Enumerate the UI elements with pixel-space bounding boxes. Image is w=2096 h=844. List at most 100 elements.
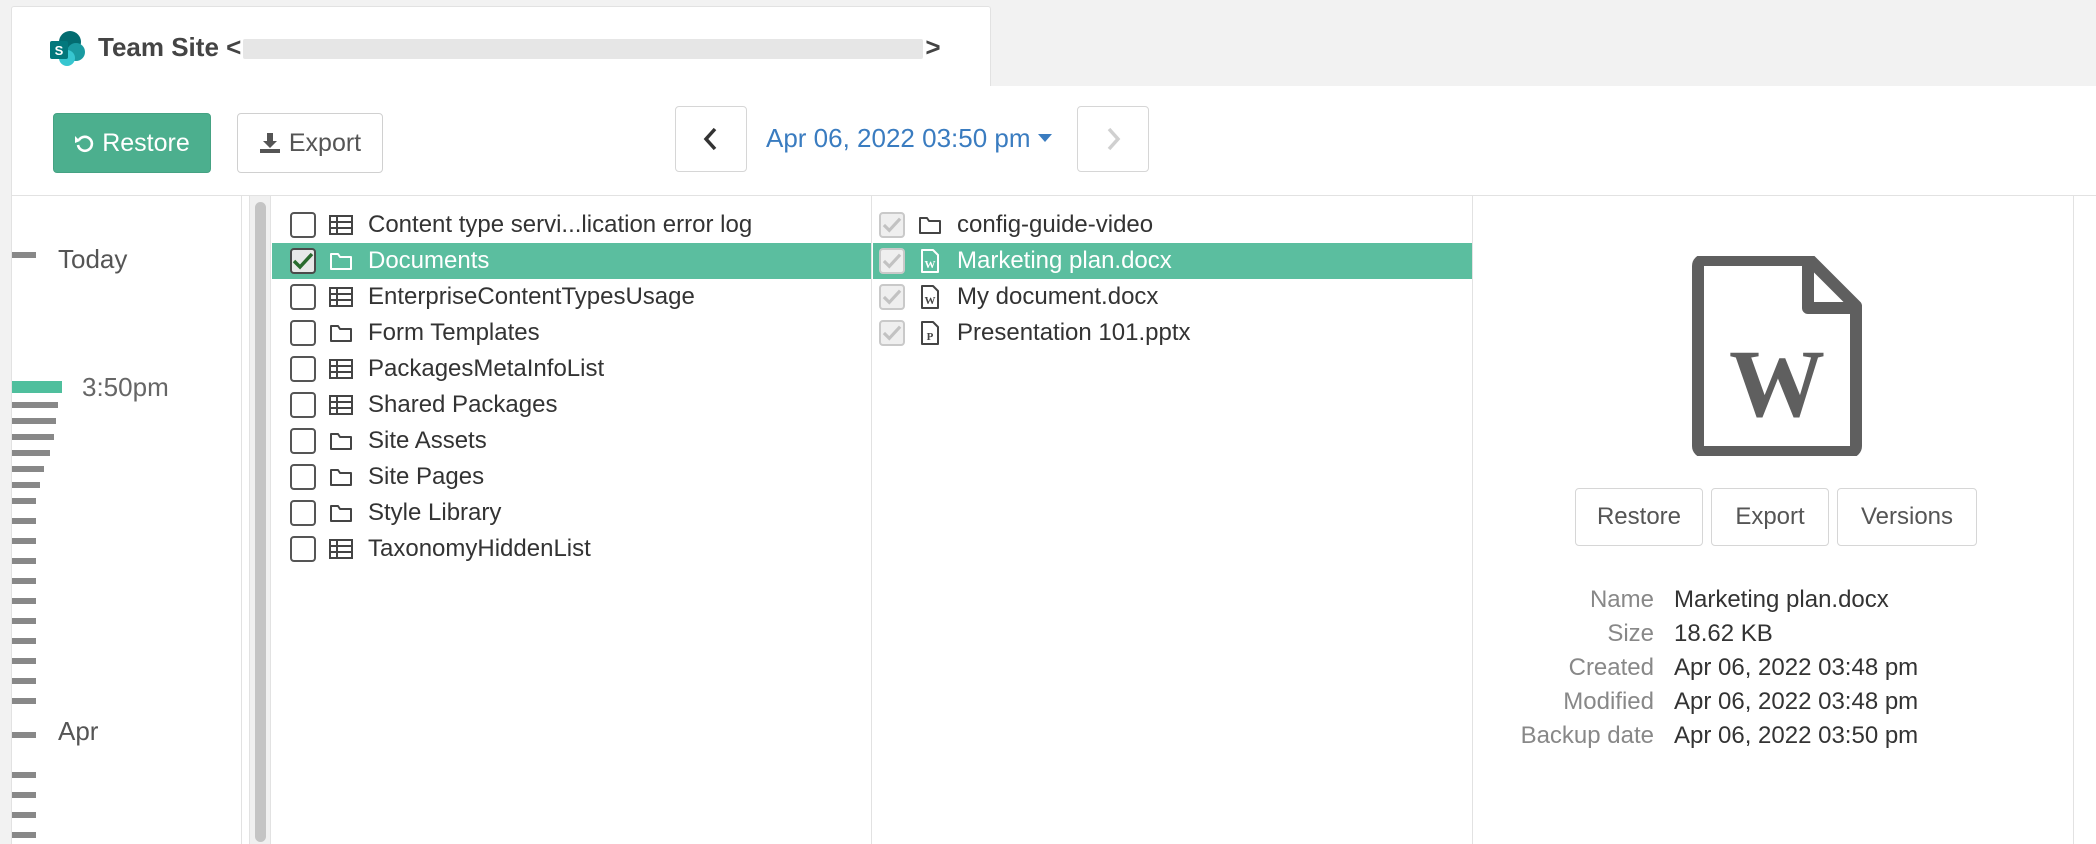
restore-button[interactable]: Restore: [53, 113, 211, 173]
timeline-tick[interactable]: [12, 252, 36, 258]
timeline-tick[interactable]: [12, 598, 36, 604]
timeline-tick[interactable]: [12, 450, 50, 456]
timeline-current-marker[interactable]: [12, 381, 62, 393]
item-checkbox[interactable]: [290, 500, 316, 526]
redacted-url: [243, 39, 924, 60]
preview-restore-button[interactable]: Restore: [1575, 488, 1703, 546]
timeline-tick[interactable]: [12, 732, 36, 738]
item-checkbox[interactable]: [879, 212, 905, 238]
timeline-current-time: 3:50pm: [82, 372, 169, 402]
list-item-label: TaxonomyHiddenList: [368, 535, 591, 562]
document-item[interactable]: W Marketing plan.docx: [873, 243, 1472, 279]
list-icon: [328, 356, 354, 382]
timeline-tick[interactable]: [12, 658, 36, 664]
document-item[interactable]: P Presentation 101.pptx: [873, 315, 1472, 351]
item-checkbox[interactable]: [290, 428, 316, 454]
item-checkbox[interactable]: [879, 320, 905, 346]
document-item[interactable]: config-guide-video: [873, 207, 1472, 243]
list-item-label: Site Assets: [368, 427, 487, 454]
timeline-tick[interactable]: [12, 832, 36, 838]
item-checkbox[interactable]: [290, 464, 316, 490]
sharepoint-logo-icon: S: [50, 30, 85, 66]
list-item-label: Form Templates: [368, 319, 540, 346]
content-area: Today 3:50pm Apr Content type servi...li…: [12, 196, 2096, 844]
export-button[interactable]: Export: [237, 113, 383, 173]
list-item-label: Documents: [368, 247, 490, 274]
metadata-value: Apr 06, 2022 03:48 pm: [1674, 688, 1919, 715]
item-checkbox[interactable]: [290, 248, 316, 274]
svg-text:W: W: [925, 259, 936, 271]
previous-snapshot-button[interactable]: [675, 106, 747, 172]
metadata-row: Created Apr 06, 2022 03:48 pm: [1474, 654, 2074, 688]
list-item-label: Content type servi...lication error log: [368, 211, 753, 238]
backup-timeline[interactable]: Today 3:50pm Apr: [12, 196, 242, 844]
timeline-scrollbar[interactable]: [249, 196, 271, 844]
word-file-icon: W: [917, 284, 943, 310]
timeline-tick[interactable]: [12, 638, 36, 644]
list-icon: [328, 284, 354, 310]
timeline-tick[interactable]: [12, 402, 58, 408]
list-item[interactable]: Shared Packages: [272, 387, 871, 423]
list-item[interactable]: EnterpriseContentTypesUsage: [272, 279, 871, 315]
timeline-tick[interactable]: [12, 772, 36, 778]
timeline-tick[interactable]: [12, 518, 36, 524]
svg-text:S: S: [55, 43, 64, 58]
timeline-tick[interactable]: [12, 434, 54, 440]
toolbar: Restore Export Apr 06, 2022 03:50 pm: [12, 86, 2096, 196]
item-checkbox[interactable]: [290, 284, 316, 310]
metadata-value: 18.62 KB: [1674, 620, 1773, 647]
document-item-label: config-guide-video: [957, 211, 1154, 238]
checkmark-icon: [882, 325, 902, 341]
preview-versions-button[interactable]: Versions: [1837, 488, 1977, 546]
list-item[interactable]: Content type servi...lication error log: [272, 207, 871, 243]
timeline-tick[interactable]: [12, 792, 36, 798]
item-checkbox[interactable]: [290, 320, 316, 346]
chevron-left-icon: [703, 127, 717, 151]
item-checkbox[interactable]: [879, 248, 905, 274]
svg-text:W: W: [1729, 330, 1825, 437]
metadata-key: Backup date: [1520, 722, 1654, 749]
metadata-value: Marketing plan.docx: [1674, 586, 1889, 613]
timeline-tick[interactable]: [12, 678, 36, 684]
next-snapshot-button[interactable]: [1077, 106, 1149, 172]
list-item[interactable]: Site Pages: [272, 459, 871, 495]
timeline-tick[interactable]: [12, 618, 36, 624]
timeline-tick[interactable]: [12, 466, 44, 472]
snapshot-date-dropdown[interactable]: Apr 06, 2022 03:50 pm: [766, 116, 1053, 160]
timeline-tick[interactable]: [12, 498, 36, 504]
word-document-icon: W: [1692, 256, 1862, 456]
item-checkbox[interactable]: [290, 356, 316, 382]
timeline-tick[interactable]: [12, 538, 36, 544]
timeline-month-label: Apr: [58, 716, 99, 746]
list-item[interactable]: Documents: [272, 243, 871, 279]
timeline-tick[interactable]: [12, 558, 36, 564]
snapshot-date-label: Apr 06, 2022 03:50 pm: [766, 122, 1031, 153]
chevron-right-icon: [1107, 127, 1121, 151]
timeline-tick[interactable]: [12, 578, 36, 584]
item-checkbox[interactable]: [290, 536, 316, 562]
scrollbar-thumb[interactable]: [255, 202, 266, 842]
list-item[interactable]: Style Library: [272, 495, 871, 531]
undo-icon: [75, 135, 94, 153]
timeline-tick[interactable]: [12, 482, 40, 488]
metadata-row: Backup date Apr 06, 2022 03:50 pm: [1474, 722, 2074, 756]
preview-export-button[interactable]: Export: [1711, 488, 1829, 546]
document-item[interactable]: W My document.docx: [873, 279, 1472, 315]
list-item[interactable]: Form Templates: [272, 315, 871, 351]
item-checkbox[interactable]: [290, 392, 316, 418]
site-tab[interactable]: S Team Site < >: [11, 6, 991, 88]
timeline-tick[interactable]: [12, 812, 36, 818]
lists-column: Content type servi...lication error log D…: [272, 196, 872, 844]
list-item-label: EnterpriseContentTypesUsage: [368, 283, 695, 310]
documents-column: config-guide-video W Marketing plan.docx W M…: [873, 196, 1473, 844]
timeline-tick[interactable]: [12, 698, 36, 704]
list-item[interactable]: Site Assets: [272, 423, 871, 459]
item-checkbox[interactable]: [290, 212, 316, 238]
list-item[interactable]: TaxonomyHiddenList: [272, 531, 871, 567]
timeline-tick[interactable]: [12, 418, 56, 424]
list-item[interactable]: PackagesMetaInfoList: [272, 351, 871, 387]
item-checkbox[interactable]: [879, 284, 905, 310]
metadata-row: Name Marketing plan.docx: [1474, 586, 2074, 620]
list-item-label: PackagesMetaInfoList: [368, 355, 605, 382]
folder-icon: [328, 464, 354, 490]
